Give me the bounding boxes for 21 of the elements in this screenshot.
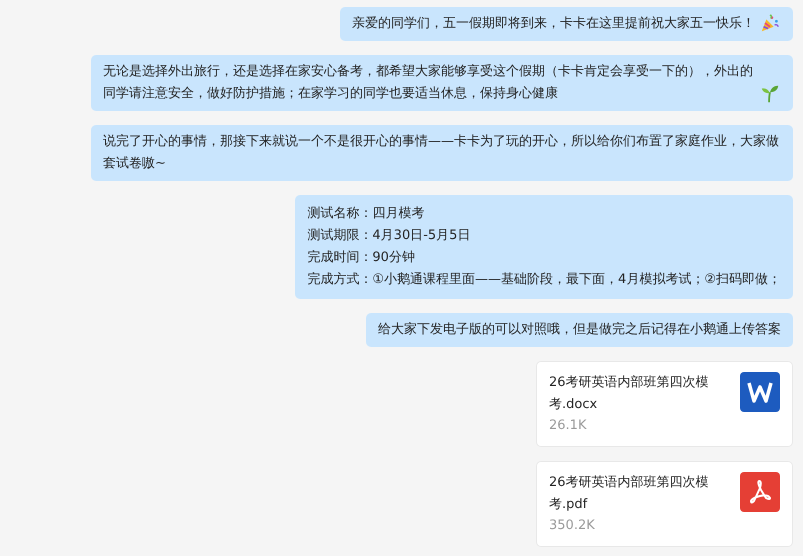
pdf-document-icon <box>740 472 780 512</box>
file-name: 26考研英语内部班第四次模考.pdf <box>549 474 710 514</box>
field-label: 测试名称： <box>307 205 372 223</box>
field-value: 90分钟 <box>372 249 415 267</box>
file-card[interactable]: 26考研英语内部班第四次模考.docx 26.1K <box>536 361 793 447</box>
file-name: 26考研英语内部班第四次模考.docx <box>549 374 710 414</box>
file-size: 350.2K <box>549 517 596 535</box>
message-text: 说完了开心的事情，那接下来就说一个不是很开心的事情——卡卡为了玩的开心，所以给你们布置了家庭作业，大家做套试卷嗷~ <box>103 133 780 173</box>
message-text: 无论是选择外出旅行，还是选择在家安心备考，都希望大家能够享受这个假期（卡卡肯定会享受一下的），外出的同学请注意安全，做好防护措施；在家学习的同学也要适当休息，保持身心健康 <box>103 63 754 103</box>
field-label: 完成时间： <box>307 249 372 267</box>
field-value: ①小鹅通课程里面——基础阶段，最下面，4月模拟考试；②扫码即做； <box>372 271 781 289</box>
file-size: 26.1K <box>549 417 588 435</box>
file-card[interactable]: 26考研英语内部班第四次模考.pdf 350.2K <box>536 461 793 547</box>
field-value: 4月30日-5月5日 <box>372 227 470 245</box>
field-value: 四月模考 <box>372 205 424 223</box>
word-document-icon <box>740 372 780 412</box>
field-label: 完成方式： <box>307 271 372 289</box>
sprout-icon <box>759 83 781 105</box>
message-text: 给大家下发电子版的可以对照哦，但是做完之后记得在小鹅通上传答案 <box>378 321 781 339</box>
message-text: 亲爱的同学们，五一假期即将到来，卡卡在这里提前祝大家五一快乐！ <box>352 15 755 33</box>
field-label: 测试期限： <box>307 227 372 245</box>
